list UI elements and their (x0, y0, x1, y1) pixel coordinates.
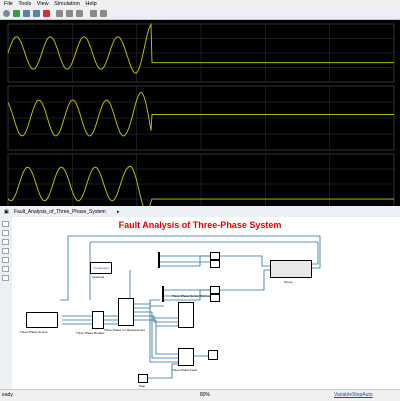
solver-link[interactable]: VariableStepAuto (334, 390, 373, 401)
display-block[interactable] (208, 350, 218, 360)
three-phase-breaker-block[interactable] (92, 311, 104, 329)
step-label: Step (139, 384, 146, 388)
display-block[interactable] (210, 260, 220, 268)
three-phase-fault-block[interactable] (178, 348, 194, 366)
bus-selector[interactable] (158, 252, 160, 268)
status-bar: eady 80% VariableStepAuto (0, 389, 400, 401)
three-phase-source-block[interactable] (26, 312, 58, 328)
three-phase-source-label: Three-Phase Source (20, 330, 48, 334)
three-phase-vi-measurement-block[interactable] (118, 298, 134, 326)
display-block[interactable] (210, 294, 220, 302)
powergui-mode: Continuous (93, 266, 109, 270)
scope-block[interactable] (270, 260, 312, 278)
three-phase-vi-measurement-label: Three-Phase V-I Measurement (104, 328, 146, 332)
display-block[interactable] (210, 252, 220, 260)
status-text: eady (2, 392, 13, 398)
three-phase-fault-label: Three-Phase Fault (172, 368, 197, 372)
powergui-label: powergui (92, 275, 105, 279)
three-phase-series-rlc-label: Three-Phase Series RLC Load (172, 294, 214, 298)
bus-selector[interactable] (162, 286, 164, 302)
step-block[interactable] (138, 374, 148, 383)
scope-block-label: Scope (284, 280, 293, 284)
powergui-block[interactable]: Continuous (90, 262, 112, 274)
three-phase-series-rlc-block[interactable] (178, 302, 194, 328)
zoom-level: 80% (200, 392, 211, 398)
three-phase-breaker-label: Three-Phase Breaker (76, 331, 105, 335)
display-block[interactable] (210, 286, 220, 294)
signal-lines (60, 235, 321, 379)
